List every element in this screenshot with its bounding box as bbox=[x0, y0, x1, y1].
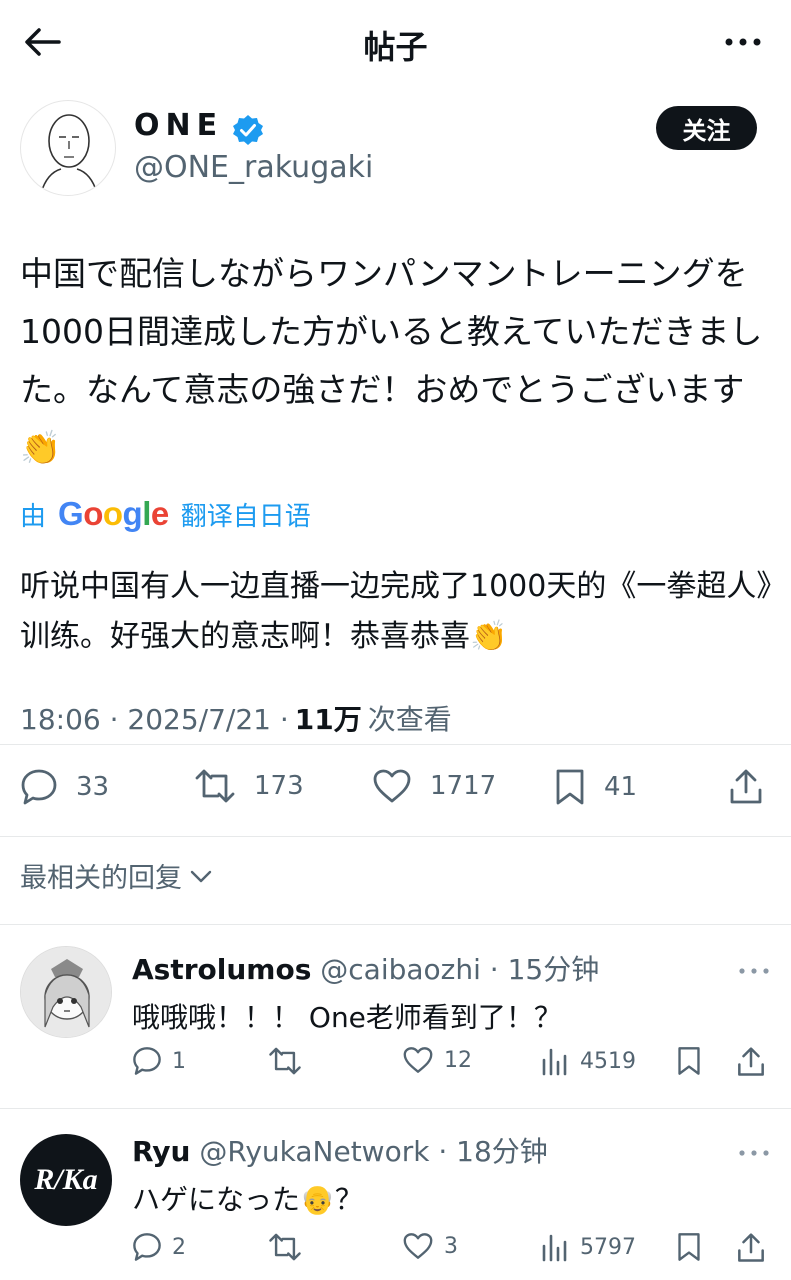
reply-reply-count: 1 bbox=[172, 1048, 186, 1074]
translated-text: 听说中国有人一边直播一边完成了1000天的《一拳超人》训练。好强大的意志啊！恭喜… bbox=[20, 569, 772, 654]
repost-icon bbox=[269, 1233, 301, 1261]
reply-button[interactable]: 33 bbox=[20, 768, 109, 806]
reply-like-count: 3 bbox=[444, 1233, 458, 1259]
bookmark-icon bbox=[556, 769, 584, 805]
bookmark-count: 41 bbox=[604, 772, 638, 802]
more-icon bbox=[739, 1150, 769, 1156]
reply-icon bbox=[133, 1233, 161, 1261]
translate-prefix: 由 bbox=[20, 501, 47, 532]
heart-icon bbox=[403, 1047, 433, 1073]
post-meta: 18:06 · 2025/7/21 · 11万 次查看 bbox=[20, 698, 452, 738]
reply-share-button[interactable] bbox=[736, 1046, 776, 1078]
more-icon bbox=[725, 38, 761, 46]
follow-button[interactable]: 关注 bbox=[656, 106, 757, 150]
reply-more-button[interactable] bbox=[739, 960, 769, 979]
reply-count: 33 bbox=[76, 772, 110, 802]
repost-icon bbox=[269, 1047, 301, 1075]
reply-avatar[interactable]: R/Ka bbox=[20, 1134, 112, 1226]
reply-header: Ryu @RyukaNetwork · 18分钟 bbox=[132, 1130, 548, 1170]
reply-text: ハゲになった👴？ bbox=[132, 1183, 363, 1216]
reply-repost-button[interactable] bbox=[268, 1046, 312, 1076]
bookmark-icon bbox=[678, 1047, 700, 1075]
like-count: 1717 bbox=[430, 771, 497, 801]
view-count: 11万 bbox=[294, 703, 362, 736]
replies-sort-label: 最相关的回复 bbox=[20, 863, 182, 894]
divider bbox=[0, 836, 791, 837]
like-button[interactable]: 1717 bbox=[372, 768, 496, 804]
reply-item[interactable]: R/Ka Ryu @RyukaNetwork · 18分钟 ハゲになった👴？ 2… bbox=[0, 1108, 791, 1280]
reply-like-button[interactable]: 12 bbox=[402, 1046, 472, 1074]
reply-item[interactable]: Astrolumos @caibaozhi · 15分钟 哦哦哦！！！ One老… bbox=[0, 924, 791, 1108]
reply-like-button[interactable]: 3 bbox=[402, 1232, 458, 1260]
author-handle[interactable]: @ONE_rakugaki bbox=[134, 150, 373, 185]
page-title: 帖子 bbox=[363, 28, 428, 66]
analytics-icon bbox=[542, 1048, 567, 1076]
reply-reply-button[interactable]: 2 bbox=[132, 1232, 186, 1262]
repost-button[interactable]: 173 bbox=[194, 768, 304, 804]
post-time: 18:06 · 2025/7/21 · bbox=[20, 703, 289, 736]
reply-author-handle[interactable]: @caibaozhi · 15分钟 bbox=[320, 953, 599, 986]
bookmark-button[interactable]: 41 bbox=[554, 768, 637, 806]
reply-author-handle[interactable]: @RyukaNetwork · 18分钟 bbox=[199, 1135, 547, 1168]
reply-actions: 1 12 4519 bbox=[0, 1046, 791, 1086]
sketch-face-icon bbox=[40, 114, 98, 194]
top-bar: 帖子 bbox=[0, 0, 791, 84]
verified-badge-icon bbox=[233, 115, 263, 145]
reply-avatar[interactable] bbox=[20, 946, 112, 1038]
reply-actions: 2 3 5797 bbox=[0, 1232, 791, 1272]
ryuka-logo: R/Ka bbox=[34, 1163, 98, 1196]
share-button[interactable] bbox=[728, 768, 782, 806]
more-icon bbox=[739, 968, 769, 974]
more-options-button[interactable] bbox=[721, 24, 765, 60]
divider bbox=[0, 744, 791, 745]
share-icon bbox=[738, 1047, 764, 1076]
anime-girl-avatar-icon bbox=[21, 947, 111, 1037]
replies-sort-dropdown[interactable]: 最相关的回复 bbox=[20, 856, 214, 895]
bookmark-icon bbox=[678, 1233, 700, 1261]
reply-bookmark-button[interactable] bbox=[676, 1232, 712, 1262]
reply-reply-button[interactable]: 1 bbox=[132, 1046, 186, 1076]
reply-author-name[interactable]: Ryu bbox=[132, 1135, 191, 1168]
post-author: ONE @ONE_rakugaki 关注 bbox=[0, 96, 791, 206]
reply-author-name[interactable]: Astrolumos bbox=[132, 953, 311, 986]
reply-bookmark-button[interactable] bbox=[676, 1046, 712, 1076]
reply-like-count: 12 bbox=[444, 1047, 472, 1073]
reply-text: 哦哦哦！！！ One老师看到了！？ bbox=[132, 1001, 562, 1034]
reply-view-count: 4519 bbox=[580, 1048, 636, 1074]
reply-views-button[interactable]: 5797 bbox=[540, 1232, 636, 1262]
reply-repost-button[interactable] bbox=[268, 1232, 312, 1262]
reply-icon bbox=[21, 769, 57, 805]
reply-views-button[interactable]: 4519 bbox=[540, 1046, 636, 1076]
author-name[interactable]: ONE bbox=[134, 108, 223, 143]
reply-view-count: 5797 bbox=[580, 1234, 636, 1260]
reply-reply-count: 2 bbox=[172, 1234, 186, 1260]
author-avatar[interactable] bbox=[20, 100, 116, 196]
reply-header: Astrolumos @caibaozhi · 15分钟 bbox=[132, 948, 599, 988]
post-actions: 33 173 1717 41 bbox=[0, 762, 791, 822]
share-icon bbox=[730, 769, 762, 804]
translate-suffix: 翻译自日语 bbox=[180, 501, 311, 532]
heart-icon bbox=[403, 1233, 433, 1259]
reply-icon bbox=[133, 1047, 161, 1075]
repost-icon bbox=[195, 769, 235, 803]
reply-more-button[interactable] bbox=[739, 1142, 769, 1161]
translation-attribution[interactable]: 由 Google 翻译自日语 bbox=[20, 494, 311, 534]
post-text: 中国で配信しながらワンパンマントレーニングを1000日間達成した方がいると教えて… bbox=[20, 254, 763, 467]
analytics-icon bbox=[542, 1234, 567, 1262]
heart-icon bbox=[373, 769, 411, 803]
view-label: 次查看 bbox=[367, 703, 452, 736]
share-icon bbox=[738, 1233, 764, 1262]
chevron-down-icon bbox=[190, 870, 212, 882]
reply-share-button[interactable] bbox=[736, 1232, 776, 1264]
google-logo: Google bbox=[58, 495, 169, 532]
repost-count: 173 bbox=[254, 771, 304, 801]
